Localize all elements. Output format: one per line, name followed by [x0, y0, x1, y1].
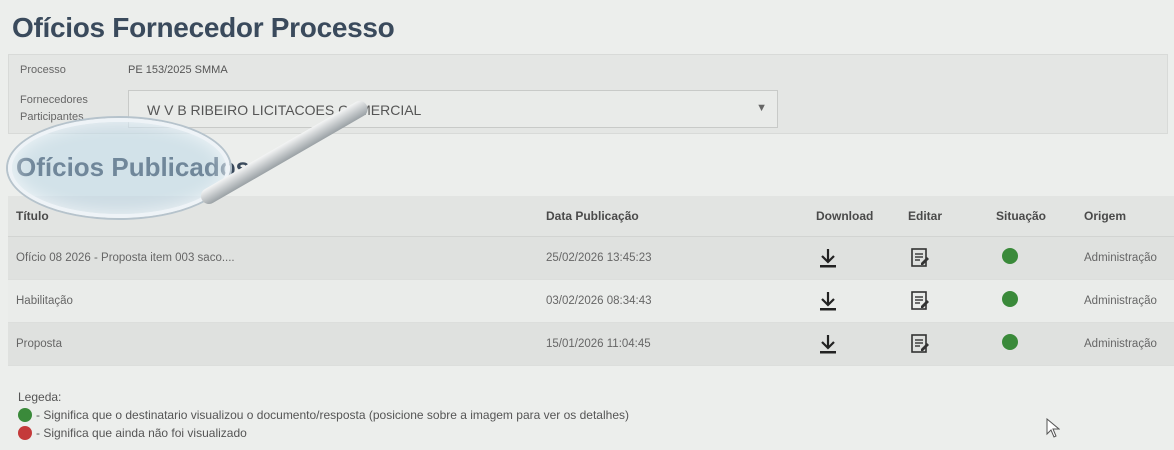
table-row: Proposta 15/01/2026 11:04:45 Administraç… — [8, 322, 1174, 366]
col-editar: Editar — [900, 196, 988, 237]
col-origem: Origem — [1076, 196, 1174, 237]
legend-title: Legeda: — [18, 390, 62, 404]
row-origem: Administração — [1076, 322, 1174, 366]
page-title: Ofícios Fornecedor Processo — [12, 12, 395, 43]
download-icon[interactable] — [816, 332, 892, 356]
row-situacao — [988, 279, 1076, 323]
edit-icon[interactable] — [908, 289, 980, 313]
download-icon[interactable] — [816, 246, 892, 270]
row-titulo[interactable]: Ofício 08 2026 - Proposta item 003 saco.… — [8, 236, 538, 280]
table-row: Habilitação 03/02/2026 08:34:43 Administ… — [8, 279, 1174, 323]
chevron-down-icon[interactable]: ▼ — [756, 102, 767, 114]
processo-label: Processo — [20, 64, 66, 76]
row-editar — [900, 279, 988, 323]
fornecedor-select[interactable]: W V B RIBEIRO LICITACOES COMERCIAL ▼ — [128, 90, 778, 128]
legend: Legeda: - Significa que o destinatario v… — [18, 388, 629, 442]
edit-icon[interactable] — [908, 246, 980, 270]
row-data: 15/01/2026 11:04:45 — [538, 322, 808, 366]
col-data[interactable]: Data Publicação — [538, 196, 808, 237]
status-dot-icon[interactable] — [1002, 291, 1018, 307]
legend-title-row: Legeda: — [18, 388, 629, 406]
row-titulo[interactable]: Habilitação — [8, 279, 538, 323]
status-dot-icon[interactable] — [1002, 334, 1018, 350]
edit-icon[interactable] — [908, 332, 980, 356]
row-data: 25/02/2026 13:45:23 — [538, 236, 808, 280]
row-editar — [900, 322, 988, 366]
row-download — [808, 322, 900, 366]
col-situacao: Situação — [988, 196, 1076, 237]
row-origem: Administração — [1076, 236, 1174, 280]
red-dot-icon — [18, 426, 32, 440]
download-icon[interactable] — [816, 289, 892, 313]
mouse-cursor-icon — [1046, 417, 1061, 443]
legend-red-text: - Significa que ainda não foi visualizad… — [36, 426, 247, 440]
row-titulo[interactable]: Proposta — [8, 322, 538, 366]
row-editar — [900, 236, 988, 280]
green-dot-icon — [18, 408, 32, 422]
oficios-table: Título Data Publicação Download Editar S… — [8, 196, 1174, 366]
legend-green-text: - Significa que o destinatario visualizo… — [36, 408, 629, 422]
row-situacao — [988, 236, 1076, 280]
magnifier-overlay-icon — [8, 98, 371, 218]
table-row: Ofício 08 2026 - Proposta item 003 saco.… — [8, 236, 1174, 280]
row-download — [808, 236, 900, 280]
row-situacao — [988, 322, 1076, 366]
row-download — [808, 279, 900, 323]
row-origem: Administração — [1076, 279, 1174, 323]
legend-red-row: - Significa que ainda não foi visualizad… — [18, 424, 629, 442]
row-data: 03/02/2026 08:34:43 — [538, 279, 808, 323]
fornecedor-select-value: W V B RIBEIRO LICITACOES COMERCIAL — [147, 102, 422, 118]
col-download: Download — [808, 196, 900, 237]
legend-green-row: - Significa que o destinatario visualizo… — [18, 406, 629, 424]
status-dot-icon[interactable] — [1002, 248, 1018, 264]
processo-value: PE 153/2025 SMMA — [128, 64, 228, 76]
